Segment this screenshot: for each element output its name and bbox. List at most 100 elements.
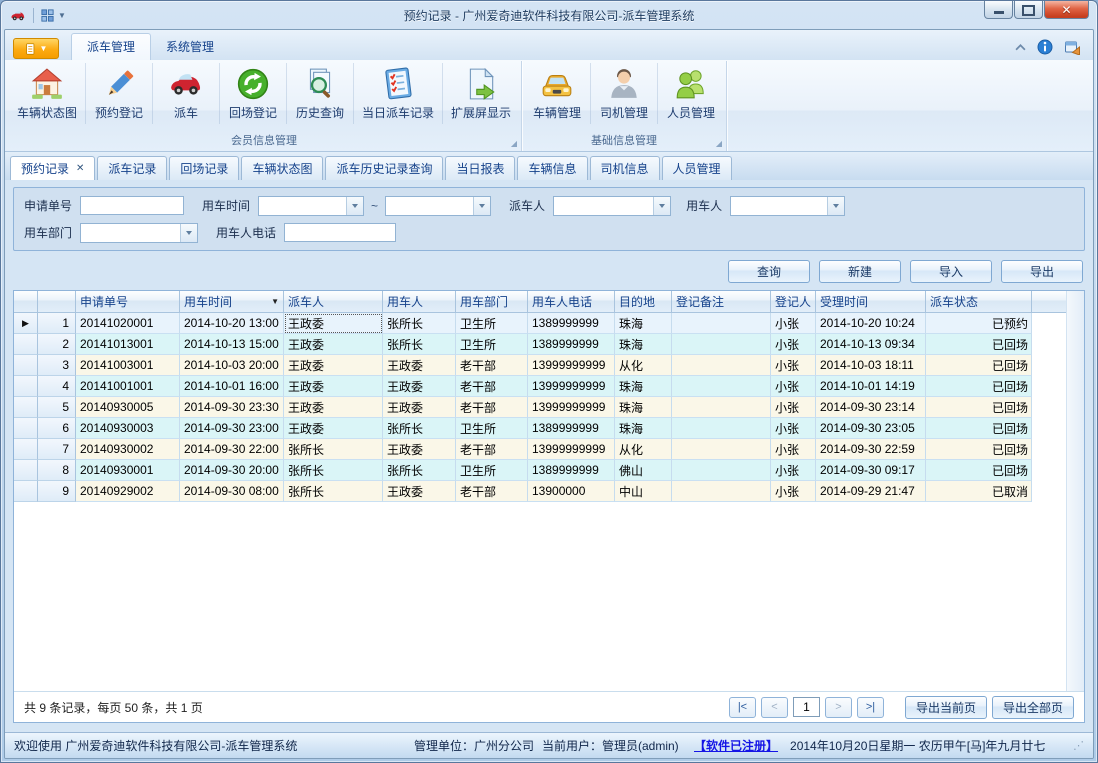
cell-dispatcher[interactable]: 张所长: [284, 439, 383, 460]
dept-combo[interactable]: [80, 223, 198, 243]
cell-time[interactable]: 2014-10-20 13:00: [180, 313, 284, 334]
ribbon-button[interactable]: 当日派车记录: [354, 63, 443, 124]
cell-order[interactable]: 20140930005: [76, 397, 180, 418]
cell-user[interactable]: 王政委: [383, 481, 456, 502]
cell-dest[interactable]: 珠海: [615, 376, 672, 397]
cell-dest[interactable]: 珠海: [615, 418, 672, 439]
use-time-to-input[interactable]: [386, 197, 473, 215]
document-tab[interactable]: 当日报表: [445, 156, 515, 180]
export-current-page-button[interactable]: 导出当前页: [905, 696, 987, 719]
ribbon-button[interactable]: 预约登记: [86, 63, 153, 124]
cell-accepted[interactable]: 2014-09-30 23:05: [816, 418, 926, 439]
cell-time[interactable]: 2014-09-30 20:00: [180, 460, 284, 481]
cell-phone[interactable]: 1389999999: [528, 460, 615, 481]
cell-registrar[interactable]: 小张: [771, 334, 816, 355]
cell-remark[interactable]: [672, 376, 771, 397]
cell-accepted[interactable]: 2014-09-30 09:17: [816, 460, 926, 481]
sort-dropdown-icon[interactable]: ▼: [271, 297, 279, 306]
chevron-down-icon[interactable]: [180, 224, 197, 242]
export-button[interactable]: 导出: [1001, 260, 1083, 283]
document-tab[interactable]: 车辆状态图: [241, 156, 323, 180]
cell-status[interactable]: 已取消: [926, 481, 1032, 502]
cell-time[interactable]: 2014-10-01 16:00: [180, 376, 284, 397]
table-row[interactable]: 9201409290022014-09-30 08:00张所长王政委老干部139…: [14, 481, 1066, 502]
cell-accepted[interactable]: 2014-10-01 14:19: [816, 376, 926, 397]
ribbon-button[interactable]: 车辆状态图: [9, 63, 86, 124]
chevron-down-icon[interactable]: [473, 197, 490, 215]
cell-status[interactable]: 已回场: [926, 418, 1032, 439]
last-page-button[interactable]: >|: [857, 697, 884, 718]
document-tab[interactable]: 派车记录: [97, 156, 167, 180]
cell-phone[interactable]: 13999999999: [528, 397, 615, 418]
cell-registrar[interactable]: 小张: [771, 313, 816, 334]
new-button[interactable]: 新建: [819, 260, 901, 283]
prev-page-button[interactable]: <: [761, 697, 788, 718]
close-tab-icon[interactable]: ✕: [76, 163, 84, 174]
cell-dept[interactable]: 老干部: [456, 481, 528, 502]
use-time-from-input[interactable]: [259, 197, 346, 215]
cell-order[interactable]: 20141003001: [76, 355, 180, 376]
column-header[interactable]: 用车人电话: [528, 291, 615, 313]
table-row[interactable]: 7201409300022014-09-30 22:00张所长王政委老干部139…: [14, 439, 1066, 460]
cell-dispatcher[interactable]: 张所长: [284, 481, 383, 502]
cell-remark[interactable]: [672, 481, 771, 502]
dialog-launcher-icon[interactable]: ◢: [716, 140, 722, 148]
cell-dept[interactable]: 老干部: [456, 376, 528, 397]
column-header[interactable]: 受理时间: [816, 291, 926, 313]
page-number-input[interactable]: [793, 697, 820, 717]
quick-access-dropdown-icon[interactable]: ▼: [58, 11, 66, 20]
table-row[interactable]: 8201409300012014-09-30 20:00张所长张所长卫生所138…: [14, 460, 1066, 481]
cell-status[interactable]: 已回场: [926, 397, 1032, 418]
cell-registrar[interactable]: 小张: [771, 460, 816, 481]
document-tab[interactable]: 预约记录✕: [10, 156, 95, 180]
cell-order[interactable]: 20140929002: [76, 481, 180, 502]
cell-order[interactable]: 20140930002: [76, 439, 180, 460]
cell-dept[interactable]: 老干部: [456, 397, 528, 418]
table-row[interactable]: ▶1201410200012014-10-20 13:00王政委张所长卫生所13…: [14, 313, 1066, 334]
document-tab[interactable]: 回场记录: [169, 156, 239, 180]
cell-dispatcher[interactable]: 王政委: [284, 334, 383, 355]
cell-dest[interactable]: 中山: [615, 481, 672, 502]
resize-grip-icon[interactable]: ⋰: [1073, 739, 1084, 752]
cell-dest[interactable]: 珠海: [615, 397, 672, 418]
application-menu-button[interactable]: ▼: [13, 38, 59, 59]
cell-user[interactable]: 王政委: [383, 355, 456, 376]
cell-user[interactable]: 王政委: [383, 397, 456, 418]
column-header[interactable]: 目的地: [615, 291, 672, 313]
cell-registrar[interactable]: 小张: [771, 439, 816, 460]
cell-status[interactable]: 已回场: [926, 355, 1032, 376]
cell-dept[interactable]: 卫生所: [456, 313, 528, 334]
cell-order[interactable]: 20141013001: [76, 334, 180, 355]
cell-order[interactable]: 20141001001: [76, 376, 180, 397]
cell-dispatcher[interactable]: 王政委: [284, 397, 383, 418]
cell-user[interactable]: 张所长: [383, 418, 456, 439]
quick-access-grid-icon[interactable]: [40, 8, 55, 23]
column-header[interactable]: 用车部门: [456, 291, 528, 313]
cell-phone[interactable]: 13999999999: [528, 376, 615, 397]
cell-remark[interactable]: [672, 397, 771, 418]
ribbon-button[interactable]: 回场登记: [220, 63, 287, 124]
user-combo[interactable]: [730, 196, 845, 216]
cell-dest[interactable]: 珠海: [615, 313, 672, 334]
cell-order[interactable]: 20141020001: [76, 313, 180, 334]
cell-time[interactable]: 2014-09-30 23:30: [180, 397, 284, 418]
cell-remark[interactable]: [672, 313, 771, 334]
document-tab[interactable]: 派车历史记录查询: [325, 156, 443, 180]
home-screen-icon[interactable]: [1064, 39, 1081, 55]
dispatcher-combo[interactable]: [553, 196, 671, 216]
cell-accepted[interactable]: 2014-10-13 09:34: [816, 334, 926, 355]
cell-dest[interactable]: 佛山: [615, 460, 672, 481]
first-page-button[interactable]: |<: [729, 697, 756, 718]
dispatcher-input[interactable]: [554, 197, 653, 215]
cell-dispatcher[interactable]: 王政委: [284, 376, 383, 397]
ribbon-button[interactable]: 派车: [153, 63, 220, 124]
cell-dispatcher[interactable]: 王政委: [284, 418, 383, 439]
cell-status[interactable]: 已回场: [926, 460, 1032, 481]
cell-user[interactable]: 张所长: [383, 334, 456, 355]
import-button[interactable]: 导入: [910, 260, 992, 283]
cell-registrar[interactable]: 小张: [771, 355, 816, 376]
phone-input[interactable]: [284, 223, 396, 242]
cell-remark[interactable]: [672, 355, 771, 376]
chevron-down-icon[interactable]: [653, 197, 670, 215]
order-no-input[interactable]: [80, 196, 184, 215]
